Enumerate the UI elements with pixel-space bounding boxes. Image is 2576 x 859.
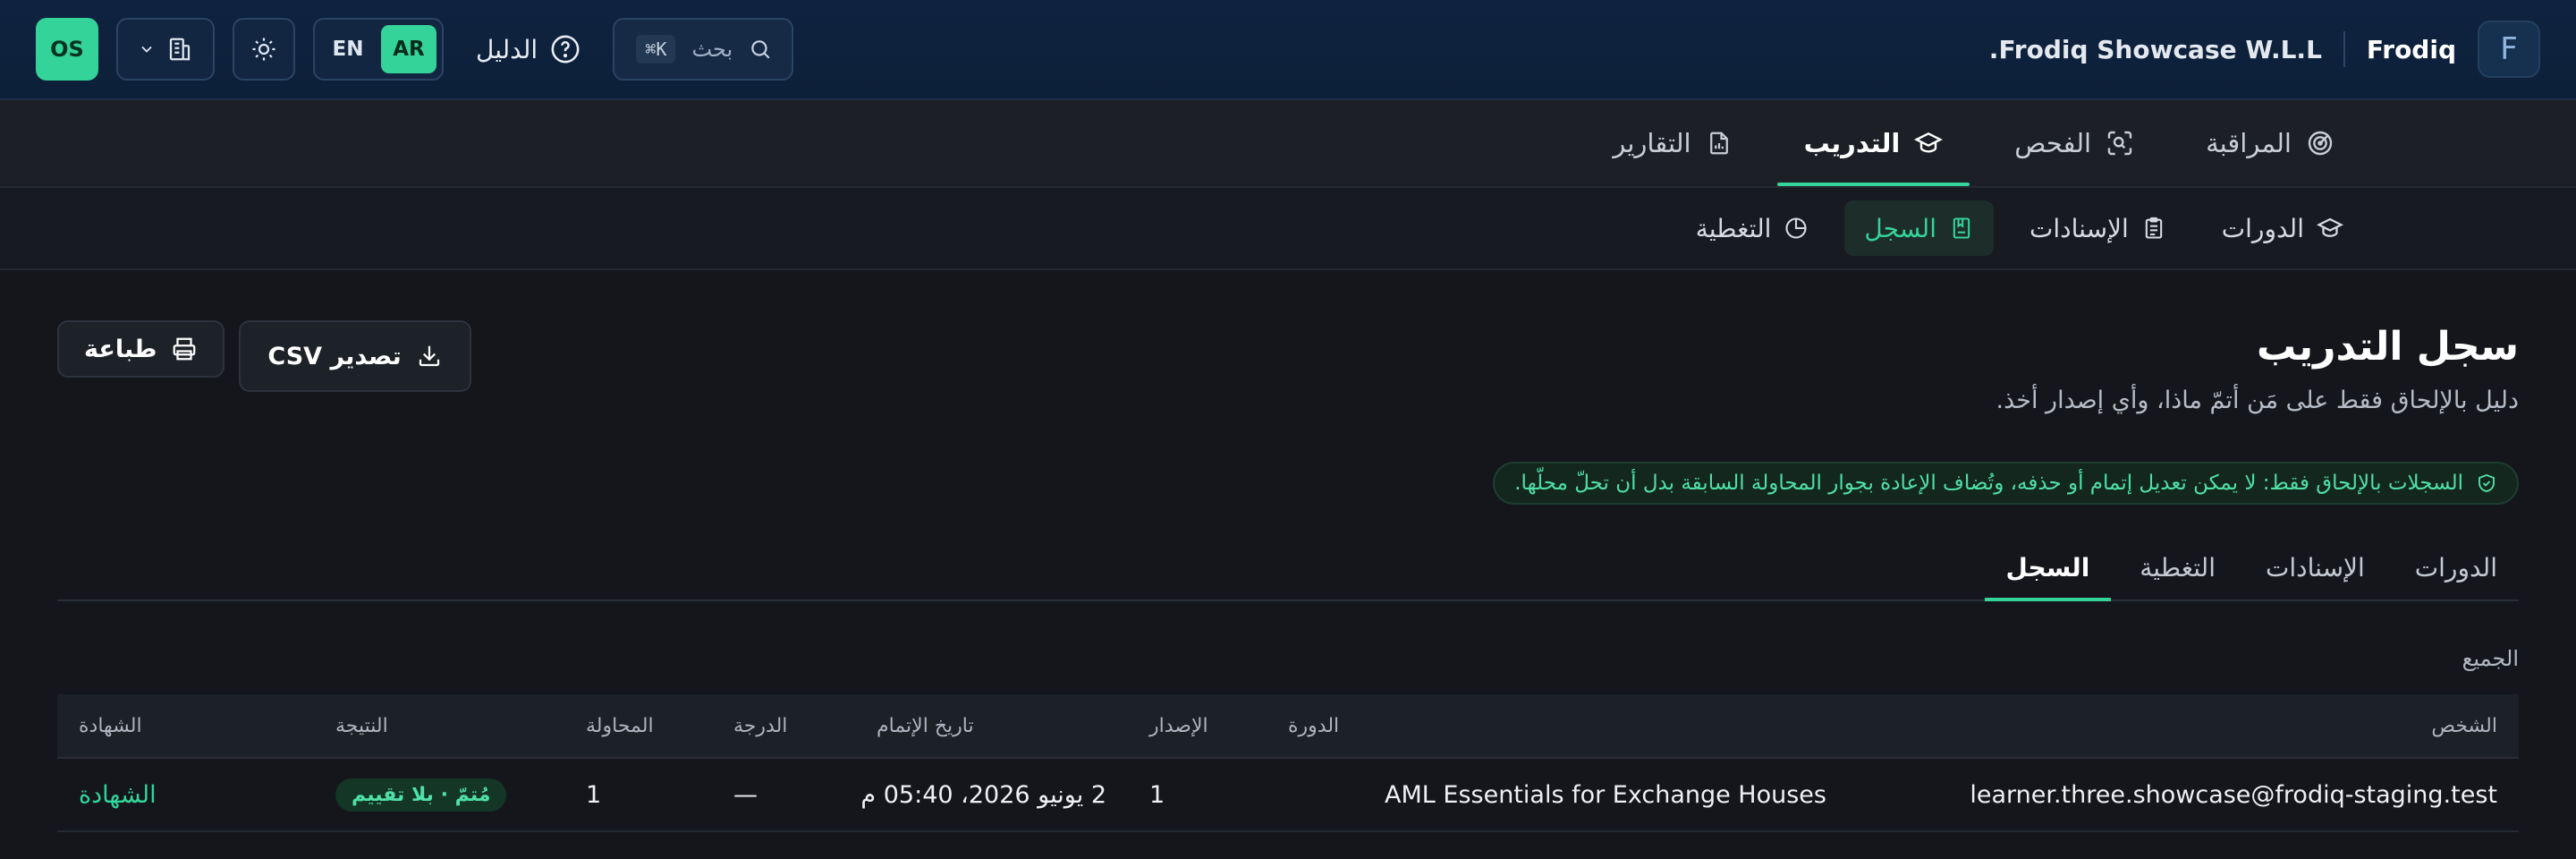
language-toggle: AR EN xyxy=(313,18,444,81)
chevron-down-icon xyxy=(138,40,156,58)
col-score[interactable]: الدرجة xyxy=(712,715,855,737)
search-shortcut: ⌘K xyxy=(636,35,676,64)
tab-record[interactable]: السجل xyxy=(1984,535,2112,601)
main-nav-reports[interactable]: التقارير xyxy=(1586,100,1758,186)
help-icon xyxy=(550,34,580,64)
col-completed[interactable]: تاريخ الإتمام xyxy=(855,715,1128,737)
main-nav-label: التدريب xyxy=(1803,128,1901,158)
printer-icon xyxy=(171,336,198,362)
report-icon xyxy=(1706,130,1733,157)
append-only-notice: السجلات بالإلحاق فقط: لا يمكن تعديل إتما… xyxy=(1493,462,2519,505)
sub-nav-coverage[interactable]: التغطية xyxy=(1676,200,1829,256)
certificate-link[interactable]: الشهادة xyxy=(79,781,157,809)
search-button[interactable]: بحث ⌘K xyxy=(613,18,794,81)
org-name: Frodiq Showcase W.L.L. xyxy=(1988,34,2322,64)
graduation-cap-icon xyxy=(1914,129,1944,157)
col-attempt[interactable]: المحاولة xyxy=(564,715,712,737)
page-content: سجل التدريب دليل بالإلحاق فقط على مَن أت… xyxy=(57,270,2519,859)
sun-icon xyxy=(250,36,277,63)
download-icon xyxy=(416,343,443,370)
cell-certificate: الشهادة xyxy=(57,781,314,809)
sub-nav-assignments[interactable]: الإسنادات xyxy=(2010,200,2186,256)
tab-courses[interactable]: الدورات xyxy=(2394,535,2519,600)
brand-name: Frodiq xyxy=(2366,34,2456,64)
page-actions: طباعة تصدير CSV xyxy=(57,320,471,392)
sub-nav: الدورات الإسنادات السجل التغطية xyxy=(0,188,2576,270)
main-nav-label: المراقبة xyxy=(2206,128,2292,158)
print-button[interactable]: طباعة xyxy=(57,320,225,378)
record-book-icon xyxy=(1949,216,1974,241)
filter-all-label[interactable]: الجميع xyxy=(2462,646,2519,671)
page-title: سجل التدريب xyxy=(2257,324,2519,370)
shield-check-icon xyxy=(2476,472,2497,494)
sub-nav-label: الدورات xyxy=(2221,213,2304,243)
top-bar: F Frodiq Frodiq Showcase W.L.L. بحث ⌘K ا… xyxy=(0,0,2576,100)
main-nav-monitoring[interactable]: المراقبة xyxy=(2179,100,2361,186)
result-badge: مُتمّ · بلا تقييم xyxy=(335,778,507,812)
search-label: بحث xyxy=(691,37,733,62)
table-row[interactable]: learner.three.showcase@frodiq-staging.te… xyxy=(57,759,2519,832)
sub-nav-label: السجل xyxy=(1864,213,1936,243)
org-switcher-button[interactable] xyxy=(116,18,215,81)
print-label: طباعة xyxy=(84,335,157,363)
col-certificate[interactable]: الشهادة xyxy=(57,715,314,737)
table-header: الشخص الدورة الإصدار تاريخ الإتمام الدرج… xyxy=(57,694,2519,759)
building-icon xyxy=(166,36,193,63)
col-result[interactable]: النتيجة xyxy=(314,715,564,737)
main-nav-training[interactable]: التدريب xyxy=(1776,100,1970,186)
user-avatar[interactable]: OS xyxy=(36,18,98,81)
export-label: تصدير CSV xyxy=(267,342,402,370)
cell-course: AML Essentials for Exchange Houses xyxy=(1385,780,1826,809)
sub-nav-courses[interactable]: الدورات xyxy=(2202,200,2363,256)
search-icon xyxy=(749,38,772,61)
brand[interactable]: F Frodiq Frodiq Showcase W.L.L. xyxy=(1989,21,2540,78)
lang-en-button[interactable]: EN xyxy=(320,25,376,73)
notice-text: السجلات بالإلحاق فقط: لا يمكن تعديل إتما… xyxy=(1514,472,2463,495)
pie-chart-icon xyxy=(1784,216,1809,241)
clipboard-icon xyxy=(2141,216,2166,241)
export-csv-button[interactable]: تصدير CSV xyxy=(239,320,471,392)
cell-person: learner.three.showcase@frodiq-staging.te… xyxy=(1970,780,2497,809)
training-record-table: الشخص الدورة الإصدار تاريخ الإتمام الدرج… xyxy=(57,694,2519,832)
tab-assignments[interactable]: الإسنادات xyxy=(2244,535,2386,600)
brand-divider xyxy=(2343,31,2345,67)
header-tools: بحث ⌘K الدليل AR EN OS xyxy=(36,18,794,81)
scan-icon xyxy=(2106,129,2134,157)
sub-nav-record[interactable]: السجل xyxy=(1844,200,1994,256)
main-nav-label: الفحص xyxy=(2014,128,2092,158)
record-tabs: الدورات الإسنادات التغطية السجل xyxy=(57,535,2519,601)
tab-coverage[interactable]: التغطية xyxy=(2118,535,2237,600)
guide-link[interactable]: الدليل xyxy=(462,34,595,64)
col-person[interactable]: الشخص xyxy=(1848,715,2519,737)
logo-icon[interactable]: F xyxy=(2478,21,2540,78)
sub-nav-label: التغطية xyxy=(1695,213,1772,243)
page-subtitle: دليل بالإلحاق فقط على مَن أتمّ ماذا، وأي… xyxy=(1996,387,2520,414)
cell-version: 1 xyxy=(1149,780,1165,809)
cell-attempt: 1 xyxy=(586,780,602,809)
cell-score: — xyxy=(733,780,758,809)
theme-toggle-button[interactable] xyxy=(233,18,295,81)
lang-ar-button[interactable]: AR xyxy=(381,25,436,73)
main-nav-label: التقارير xyxy=(1613,128,1691,158)
main-nav-screening[interactable]: الفحص xyxy=(1987,100,2161,186)
cell-result: مُتمّ · بلا تقييم xyxy=(314,778,564,812)
radar-icon xyxy=(2306,129,2334,157)
sub-nav-label: الإسنادات xyxy=(2029,213,2129,243)
col-version[interactable]: الإصدار xyxy=(1128,715,1267,737)
main-nav: المراقبة الفحص التدريب التقارير xyxy=(0,100,2576,188)
graduation-cap-icon xyxy=(2317,215,2343,242)
cell-completed: 2 يونيو 2026، 05:40 م xyxy=(860,780,1106,809)
guide-label: الدليل xyxy=(476,34,538,64)
col-course[interactable]: الدورة xyxy=(1267,715,1848,737)
